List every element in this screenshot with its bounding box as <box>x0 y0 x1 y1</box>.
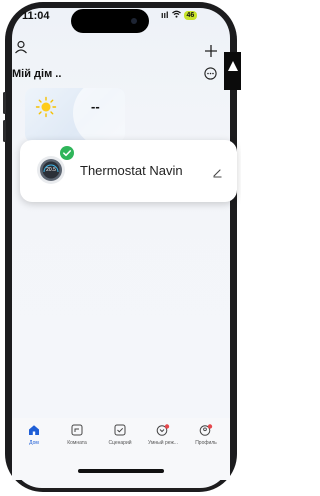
overlay-badge <box>224 52 241 90</box>
home-icon <box>29 425 39 435</box>
dynamic-island <box>71 9 149 33</box>
home-indicator[interactable] <box>78 469 164 473</box>
weather-temperature: -- <box>91 99 100 114</box>
device-name: Thermostat Navin <box>80 163 183 178</box>
smart-mode-icon <box>156 424 170 436</box>
overlay-badge-arrow-icon <box>228 61 238 71</box>
profile-icon <box>199 424 213 436</box>
device-card[interactable]: 20.5 Thermostat Navin <box>20 140 237 202</box>
check-badge-icon <box>60 146 74 160</box>
volume-up-button <box>3 92 6 114</box>
screenshot-frame: 11:04 ııl 46 Мій дім .. -- 20.5 Thermost… <box>0 0 241 496</box>
tab-smart-mode[interactable]: Умный реж... <box>141 424 185 446</box>
tab-label-home: Дом <box>29 440 39 446</box>
thermostat-display-value: 20.5 <box>46 167 56 173</box>
scenario-icon <box>114 424 126 436</box>
profile-icon[interactable] <box>14 40 28 54</box>
tab-label-smart-mode: Умный реж... <box>148 440 178 446</box>
plus-icon[interactable] <box>204 44 218 58</box>
sun-icon <box>35 96 57 118</box>
status-indicators: ııl 46 <box>161 10 198 20</box>
more-icon[interactable] <box>204 67 217 80</box>
weather-cloud-decoration <box>73 88 125 142</box>
tab-label-room: Комната <box>67 440 87 446</box>
volume-down-button <box>3 120 6 142</box>
signal-icon: ııl <box>161 10 169 20</box>
home-title[interactable]: Мій дім .. <box>12 68 61 80</box>
wifi-icon <box>171 10 181 20</box>
battery-indicator: 46 <box>183 10 198 20</box>
tab-room[interactable]: Комната <box>55 424 99 446</box>
status-time: 11:04 <box>22 10 50 22</box>
phone-screen <box>12 8 230 488</box>
tab-label-profile: Профиль <box>195 440 217 446</box>
tab-scenario[interactable]: Сценарий <box>98 424 142 446</box>
room-icon <box>71 424 83 436</box>
tab-label-scenario: Сценарий <box>108 440 132 446</box>
tab-home[interactable]: Дом <box>12 424 56 446</box>
camera-icon <box>131 18 137 24</box>
pencil-icon[interactable] <box>212 165 223 178</box>
tab-profile[interactable]: Профиль <box>184 424 228 446</box>
weather-card[interactable] <box>25 88 125 142</box>
